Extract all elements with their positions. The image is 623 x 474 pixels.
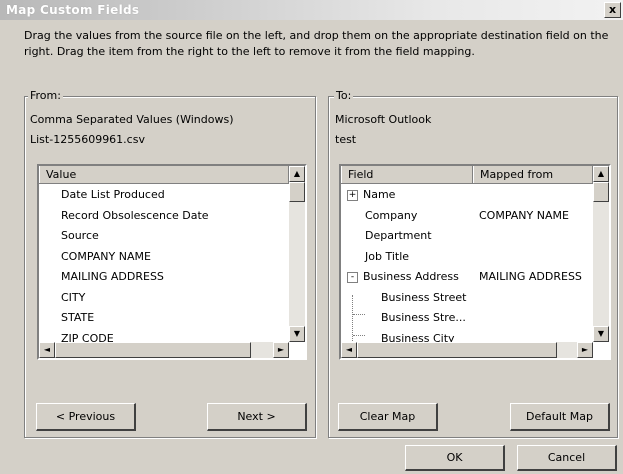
source-file-name: List-1255609961.csv xyxy=(30,133,145,146)
field-name: Job Title xyxy=(365,249,410,263)
from-group-label: From: xyxy=(28,89,63,102)
collapse-icon[interactable]: - xyxy=(347,271,358,283)
arrow-up-icon: ▲ xyxy=(597,169,605,178)
expand-icon[interactable]: + xyxy=(347,189,358,201)
source-value-list[interactable]: Value Date List Produced Record Obsolesc… xyxy=(37,164,307,360)
source-list-items: Date List Produced Record Obsolescence D… xyxy=(39,185,289,349)
field-mapping-list[interactable]: Field Mapped from + Name Company COMPANY … xyxy=(339,164,611,360)
list-item[interactable]: Record Obsolescence Date xyxy=(39,206,289,227)
title-bar: Map Custom Fields x xyxy=(0,0,623,20)
field-name: Business Address xyxy=(363,270,459,283)
list-item[interactable]: COMPANY NAME xyxy=(39,247,289,268)
target-folder-name: test xyxy=(335,133,357,146)
ok-button[interactable]: OK xyxy=(405,445,505,471)
list-item[interactable]: STATE xyxy=(39,308,289,329)
next-button[interactable]: Next > xyxy=(207,403,307,431)
scroll-thumb[interactable] xyxy=(593,182,609,202)
mapped-from-value: COMPANY NAME xyxy=(479,208,569,222)
mapping-horizontal-scrollbar[interactable]: ◄ ► xyxy=(341,342,593,358)
table-row[interactable]: Department xyxy=(341,226,593,247)
instructions-text: Drag the values from the source file on … xyxy=(24,29,609,58)
list-item[interactable]: MAILING ADDRESS xyxy=(39,267,289,288)
default-map-button[interactable]: Default Map xyxy=(510,403,610,431)
arrow-up-icon: ▲ xyxy=(293,169,301,178)
scroll-thumb[interactable] xyxy=(55,342,251,358)
arrow-right-icon: ► xyxy=(581,345,589,354)
column-header-value[interactable]: Value xyxy=(39,166,289,183)
table-row[interactable]: - Business Address MAILING ADDRESS xyxy=(341,267,593,288)
source-horizontal-scrollbar[interactable]: ◄ ► xyxy=(39,342,289,358)
scroll-thumb[interactable] xyxy=(289,182,305,202)
arrow-down-icon: ▼ xyxy=(293,329,301,338)
previous-button[interactable]: < Previous xyxy=(36,403,136,431)
scroll-right-button[interactable]: ► xyxy=(273,342,289,358)
scroll-up-button[interactable]: ▲ xyxy=(289,166,305,182)
source-list-header: Value xyxy=(39,166,289,184)
close-button[interactable]: x xyxy=(604,2,621,18)
table-row[interactable]: Company COMPANY NAME xyxy=(341,206,593,227)
field-name: Business Stre... xyxy=(381,311,466,324)
column-header-mapped-from[interactable]: Mapped from xyxy=(473,166,593,183)
field-name: Business Street xyxy=(381,290,467,304)
column-header-field[interactable]: Field xyxy=(341,166,473,183)
table-row[interactable]: Business City xyxy=(341,329,593,343)
field-name: Business City xyxy=(381,331,455,343)
table-row[interactable]: Business Street xyxy=(341,288,593,309)
close-icon: x xyxy=(608,3,617,16)
scroll-down-button[interactable]: ▼ xyxy=(289,326,305,342)
field-name: Name xyxy=(363,188,396,201)
mapping-vertical-scrollbar[interactable]: ▲ ▼ xyxy=(593,166,609,342)
mapped-from-value: MAILING ADDRESS xyxy=(479,270,582,283)
table-row[interactable]: Business Stre... xyxy=(341,308,593,329)
source-vertical-scrollbar[interactable]: ▲ ▼ xyxy=(289,166,305,342)
scroll-thumb[interactable] xyxy=(357,342,557,358)
scroll-left-button[interactable]: ◄ xyxy=(39,342,55,358)
field-name: Company xyxy=(365,208,418,222)
arrow-left-icon: ◄ xyxy=(345,345,353,354)
arrow-down-icon: ▼ xyxy=(597,329,605,338)
arrow-right-icon: ► xyxy=(277,345,285,354)
window-title: Map Custom Fields xyxy=(6,3,140,17)
scroll-down-button[interactable]: ▼ xyxy=(593,326,609,342)
table-row[interactable]: Job Title xyxy=(341,247,593,268)
source-type-label: Comma Separated Values (Windows) xyxy=(30,113,234,126)
list-item[interactable]: Date List Produced xyxy=(39,185,289,206)
arrow-left-icon: ◄ xyxy=(43,345,51,354)
list-item[interactable]: Source xyxy=(39,226,289,247)
field-name: Department xyxy=(365,229,432,242)
target-app-label: Microsoft Outlook xyxy=(335,113,432,126)
scroll-left-button[interactable]: ◄ xyxy=(341,342,357,358)
scroll-up-button[interactable]: ▲ xyxy=(593,166,609,182)
mapping-rows: + Name Company COMPANY NAME Department Jo… xyxy=(341,185,593,342)
list-item[interactable]: CITY xyxy=(39,288,289,309)
table-row[interactable]: + Name xyxy=(341,185,593,206)
scroll-right-button[interactable]: ► xyxy=(577,342,593,358)
clear-map-button[interactable]: Clear Map xyxy=(338,403,438,431)
cancel-button[interactable]: Cancel xyxy=(517,445,617,471)
to-group-label: To: xyxy=(334,89,354,102)
mapping-list-header: Field Mapped from xyxy=(341,166,593,184)
